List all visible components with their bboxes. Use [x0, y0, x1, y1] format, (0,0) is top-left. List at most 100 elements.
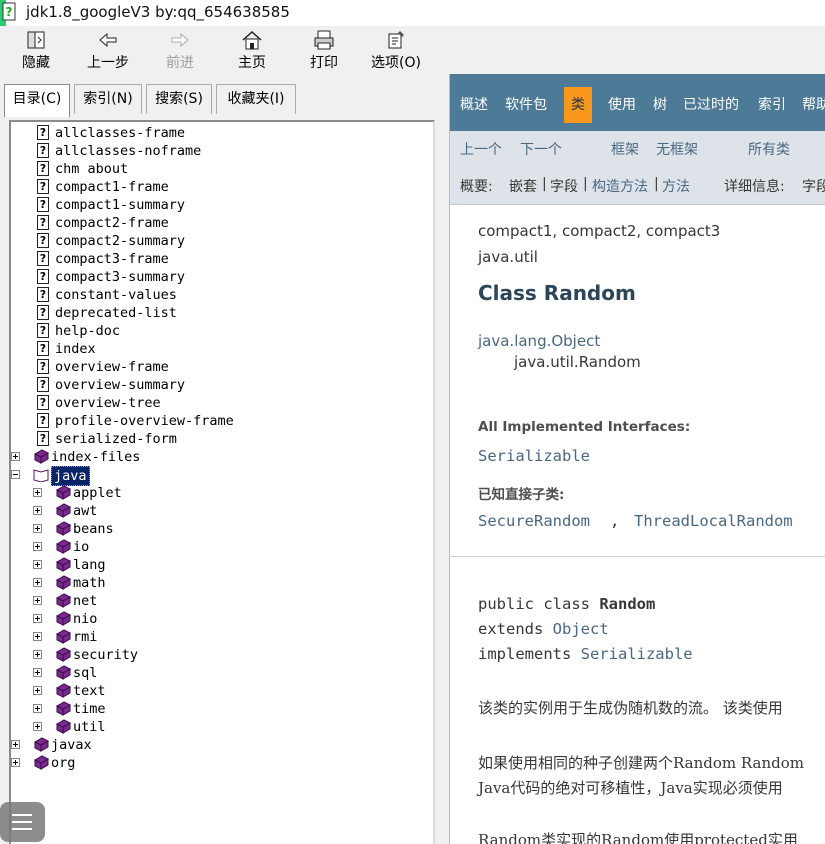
floating-menu-button[interactable]	[0, 802, 45, 842]
tree-item-page[interactable]: ? chm about	[11, 160, 431, 178]
nav-package[interactable]: 软件包	[505, 94, 547, 114]
tree-item-package[interactable]: rmi	[11, 628, 431, 646]
tree-item-label: math	[73, 575, 106, 591]
help-page-icon: ?	[37, 179, 49, 194]
expand-toggle[interactable]	[33, 542, 42, 551]
tree-item-page[interactable]: ? serialized-form	[11, 430, 431, 448]
expand-toggle[interactable]	[33, 722, 42, 731]
tree-item-java[interactable]: java	[11, 466, 431, 486]
forward-button[interactable]: 前进	[160, 28, 200, 72]
nav-use[interactable]: 使用	[608, 94, 636, 114]
tree-item-page[interactable]: ? index	[11, 340, 431, 358]
expand-toggle[interactable]	[11, 740, 20, 749]
tree-item-page[interactable]: ? compact2-summary	[11, 232, 431, 250]
nav-class[interactable]: 类	[564, 87, 592, 123]
expand-toggle[interactable]	[33, 596, 42, 605]
expand-toggle[interactable]	[33, 578, 42, 587]
tree-item-index-files[interactable]: index-files	[11, 448, 431, 466]
tree-item-package[interactable]: net	[11, 592, 431, 610]
tab-favorites[interactable]: 收藏夹(I)	[216, 84, 296, 114]
tree-item-page[interactable]: ? compact1-summary	[11, 196, 431, 214]
expand-toggle[interactable]	[33, 488, 42, 497]
help-page-icon: ?	[37, 287, 49, 302]
tab-index[interactable]: 索引(N)	[74, 84, 142, 114]
home-button[interactable]: 主页	[232, 28, 272, 72]
expand-toggle[interactable]	[11, 452, 20, 461]
expand-toggle[interactable]	[33, 506, 42, 515]
nav-tree[interactable]: 树	[653, 94, 667, 114]
tree-item-label: compact3-summary	[55, 269, 186, 285]
tree-item-page[interactable]: ? allclasses-noframe	[11, 142, 431, 160]
tree-item-page[interactable]: ? overview-tree	[11, 394, 431, 412]
tree-item-javax[interactable]: javax	[11, 736, 431, 754]
tab-search[interactable]: 搜索(S)	[146, 84, 212, 114]
all-classes-link[interactable]: 所有类	[748, 139, 790, 159]
tree-item-page[interactable]: ? compact2-frame	[11, 214, 431, 232]
frames-link[interactable]: 框架	[611, 139, 639, 159]
tree-item-page[interactable]: ? constant-values	[11, 286, 431, 304]
expand-toggle[interactable]	[33, 560, 42, 569]
expand-toggle[interactable]	[33, 524, 42, 533]
tree-item-page[interactable]: ? compact3-summary	[11, 268, 431, 286]
next-class-link[interactable]: 下一个	[520, 139, 562, 159]
collapse-toggle[interactable]	[11, 470, 20, 479]
tree-item-package[interactable]: util	[11, 718, 431, 736]
tree-item-page[interactable]: ? allclasses-frame	[11, 124, 431, 142]
help-page-icon: ?	[37, 395, 49, 410]
tree-item-package[interactable]: awt	[11, 502, 431, 520]
expand-toggle[interactable]	[33, 614, 42, 623]
superclass-link[interactable]: java.lang.Object	[478, 332, 600, 350]
tree-item-org[interactable]: org	[11, 754, 431, 772]
no-frames-link[interactable]: 无框架	[656, 139, 698, 159]
tree-item-page[interactable]: ? compact1-frame	[11, 178, 431, 196]
securerandom-link[interactable]: SecureRandom	[478, 512, 590, 530]
tree-item-package[interactable]: time	[11, 700, 431, 718]
decl-serializable-link[interactable]: Serializable	[581, 645, 693, 663]
help-page-icon: ?	[37, 323, 49, 338]
tree-item-package[interactable]: beans	[11, 520, 431, 538]
nav-overview[interactable]: 概述	[460, 94, 488, 114]
summary-constructor-link[interactable]: 构造方法	[592, 176, 648, 196]
tree-item-page[interactable]: ? profile-overview-frame	[11, 412, 431, 430]
tree-item-package[interactable]: text	[11, 682, 431, 700]
help-page-icon: ?	[37, 143, 49, 158]
expand-toggle[interactable]	[11, 758, 20, 767]
back-button[interactable]: 上一步	[80, 28, 136, 72]
nav-index[interactable]: 索引	[758, 94, 786, 114]
tree-item-package[interactable]: applet	[11, 484, 431, 502]
tree-item-page[interactable]: ? help-doc	[11, 322, 431, 340]
tree-item-package[interactable]: sql	[11, 664, 431, 682]
tree-item-label: sql	[73, 665, 98, 681]
hide-button[interactable]: 隐藏	[14, 28, 58, 72]
tree-item-package[interactable]: security	[11, 646, 431, 664]
decl-object-link[interactable]: Object	[553, 620, 609, 638]
tree-item-page[interactable]: ? deprecated-list	[11, 304, 431, 322]
nav-deprecated[interactable]: 已过时的	[683, 94, 739, 114]
tree-item-package[interactable]: io	[11, 538, 431, 556]
expand-toggle[interactable]	[33, 650, 42, 659]
threadlocalrandom-link[interactable]: ThreadLocalRandom	[634, 512, 793, 530]
summary-method-link[interactable]: 方法	[662, 176, 690, 196]
options-button[interactable]: 选项(O)	[366, 28, 426, 72]
nav-help[interactable]: 帮助	[802, 94, 825, 114]
tree-item-package[interactable]: nio	[11, 610, 431, 628]
serializable-link[interactable]: Serializable	[478, 447, 590, 465]
tree-item-package[interactable]: lang	[11, 556, 431, 574]
tree-item-page[interactable]: ? compact3-frame	[11, 250, 431, 268]
tree-item-page[interactable]: ? overview-summary	[11, 376, 431, 394]
tab-contents[interactable]: 目录(C)	[4, 84, 70, 117]
tree-item-page[interactable]: ? overview-frame	[11, 358, 431, 376]
help-page-icon: ?	[37, 161, 49, 176]
tree-item-label: serialized-form	[55, 431, 177, 447]
expand-toggle[interactable]	[33, 704, 42, 713]
contents-tree[interactable]: ? allclasses-frame? allclasses-noframe? chm…	[9, 120, 435, 844]
tree-item-label: nio	[73, 611, 98, 627]
expand-toggle[interactable]	[33, 668, 42, 677]
print-button[interactable]: 打印	[304, 28, 344, 72]
expand-toggle[interactable]	[33, 686, 42, 695]
expand-toggle[interactable]	[33, 632, 42, 641]
tree-item-package[interactable]: math	[11, 574, 431, 592]
sub-navbar: 上一个 下一个 框架 无框架 所有类 概要: 嵌套 | 字段 | 构造方法 | …	[450, 131, 825, 205]
help-page-icon: ?	[37, 215, 49, 230]
prev-class-link[interactable]: 上一个	[460, 139, 502, 159]
